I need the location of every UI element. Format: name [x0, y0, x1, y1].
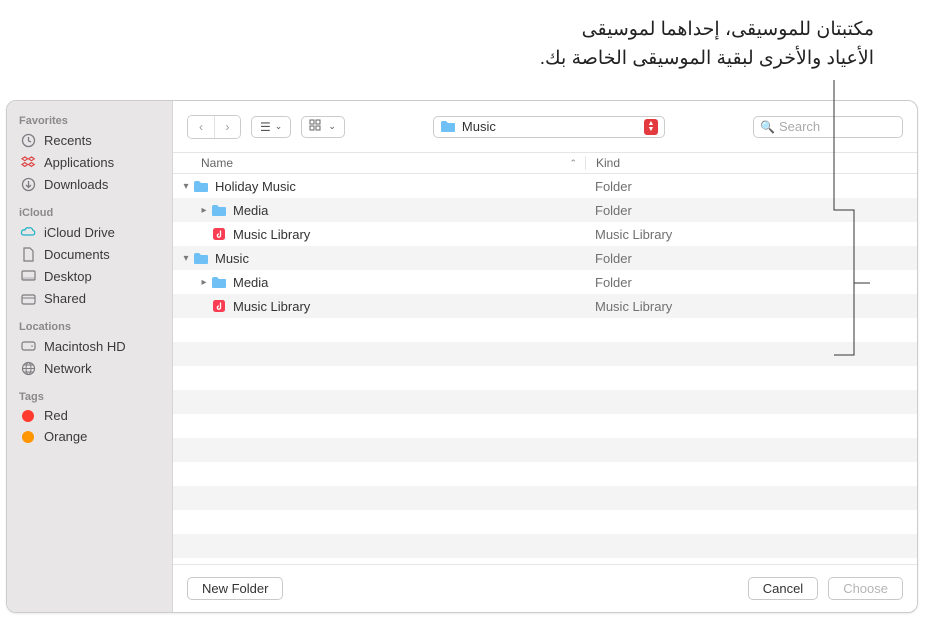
sidebar-heading-icloud: iCloud [7, 203, 172, 221]
sidebar-item-label: Downloads [44, 177, 108, 192]
sidebar-item-network[interactable]: Network [7, 357, 172, 379]
chevron-down-icon: ⌄ [275, 121, 283, 132]
file-kind: Folder [585, 251, 917, 266]
callout-line2: الأعياد والأخرى لبقية الموسيقى الخاصة بك… [374, 45, 874, 74]
clock-icon [19, 132, 37, 148]
doc-icon [19, 246, 37, 262]
file-list[interactable]: ▾ Holiday Music Folder ▸ Media Folder Music Li… [173, 174, 917, 564]
choose-button[interactable]: Choose [828, 577, 903, 600]
toolbar: ‹ › ☰ ⌄ ⌄ Music ▲▼ 🔍 [173, 101, 917, 152]
globe-icon [19, 360, 37, 376]
table-row[interactable]: ▸ Media Folder [173, 270, 917, 294]
search-field[interactable]: 🔍 [753, 116, 903, 138]
file-kind: Music Library [585, 227, 917, 242]
view-mode-button[interactable]: ☰ ⌄ [251, 116, 291, 138]
list-icon: ☰ [260, 120, 271, 134]
file-kind: Folder [585, 203, 917, 218]
desktop-icon [19, 268, 37, 284]
file-name: Music Library [233, 227, 310, 242]
sidebar-item-label: Desktop [44, 269, 92, 284]
download-icon [19, 176, 37, 192]
music-library-icon [211, 299, 227, 313]
sidebar-item-label: Network [44, 361, 92, 376]
file-kind: Folder [585, 275, 917, 290]
column-name-label: Name [201, 156, 233, 170]
table-row[interactable]: ▾ Music Folder [173, 246, 917, 270]
disclosure-triangle[interactable]: ▸ [197, 205, 211, 216]
sidebar-item-label: Orange [44, 429, 87, 444]
disclosure-triangle[interactable]: ▾ [179, 181, 193, 192]
back-button[interactable]: ‹ [188, 116, 214, 138]
cancel-button[interactable]: Cancel [748, 577, 818, 600]
forward-button[interactable]: › [214, 116, 240, 138]
stepper-icon: ▲▼ [644, 119, 658, 135]
folder-icon [211, 275, 227, 289]
file-name: Media [233, 275, 268, 290]
file-name: Music [215, 251, 249, 266]
file-name: Media [233, 203, 268, 218]
sidebar-item-documents[interactable]: Documents [7, 243, 172, 265]
sort-caret-icon: ⌃ [569, 158, 577, 169]
shared-icon [19, 290, 37, 306]
sidebar-item-tag-red[interactable]: Red [7, 405, 172, 426]
folder-icon [440, 120, 456, 133]
finder-dialog: Favorites Recents Applications Downloads… [6, 100, 918, 613]
sidebar-item-label: Documents [44, 247, 110, 262]
sidebar-item-label: Recents [44, 133, 92, 148]
chevron-down-icon: ⌄ [328, 121, 336, 132]
sidebar-heading-locations: Locations [7, 317, 172, 335]
music-library-icon [211, 227, 227, 241]
column-header-row: Name ⌃ Kind [173, 152, 917, 174]
sidebar-item-label: iCloud Drive [44, 225, 115, 240]
table-row[interactable]: Music Library Music Library [173, 294, 917, 318]
nav-buttons: ‹ › [187, 115, 241, 139]
file-kind: Folder [585, 179, 917, 194]
new-folder-button[interactable]: New Folder [187, 577, 283, 600]
sidebar-item-recents[interactable]: Recents [7, 129, 172, 151]
sidebar-item-downloads[interactable]: Downloads [7, 173, 172, 195]
path-popup[interactable]: Music ▲▼ [433, 116, 665, 138]
sidebar-item-tag-orange[interactable]: Orange [7, 426, 172, 447]
folder-icon [211, 203, 227, 217]
table-row[interactable]: ▸ Media Folder [173, 198, 917, 222]
search-icon: 🔍 [760, 120, 775, 134]
file-name: Holiday Music [215, 179, 296, 194]
column-header-name[interactable]: Name ⌃ [173, 156, 585, 170]
cloud-icon [19, 224, 37, 240]
sidebar-heading-favorites: Favorites [7, 111, 172, 129]
callout-text: مكتبتان للموسيقى، إحداهما لموسيقى الأعيا… [374, 16, 874, 73]
sidebar-item-label: Applications [44, 155, 114, 170]
file-name: Music Library [233, 299, 310, 314]
path-label: Music [462, 119, 496, 134]
sidebar-item-shared[interactable]: Shared [7, 287, 172, 309]
search-input[interactable] [779, 119, 896, 134]
group-button[interactable]: ⌄ [301, 116, 345, 138]
column-kind-label: Kind [596, 156, 620, 170]
sidebar-item-label: Shared [44, 291, 86, 306]
bottom-bar: New Folder Cancel Choose [173, 564, 917, 612]
disclosure-triangle[interactable]: ▾ [179, 253, 193, 264]
sidebar-heading-tags: Tags [7, 387, 172, 405]
table-row[interactable]: ▾ Holiday Music Folder [173, 174, 917, 198]
folder-icon [193, 179, 209, 193]
main-area: ‹ › ☰ ⌄ ⌄ Music ▲▼ 🔍 [173, 101, 917, 612]
disk-icon [19, 338, 37, 354]
table-row[interactable]: Music Library Music Library [173, 222, 917, 246]
file-kind: Music Library [585, 299, 917, 314]
sidebar-item-label: Macintosh HD [44, 339, 126, 354]
grid-icon [310, 120, 324, 134]
sidebar: Favorites Recents Applications Downloads… [7, 101, 173, 612]
callout-line1: مكتبتان للموسيقى، إحداهما لموسيقى [374, 16, 874, 45]
tag-red-icon [22, 410, 34, 422]
sidebar-item-applications[interactable]: Applications [7, 151, 172, 173]
sidebar-item-label: Red [44, 408, 68, 423]
column-header-kind[interactable]: Kind [585, 156, 917, 170]
sidebar-item-desktop[interactable]: Desktop [7, 265, 172, 287]
sidebar-item-icloud-drive[interactable]: iCloud Drive [7, 221, 172, 243]
tag-orange-icon [22, 431, 34, 443]
sidebar-item-macintosh-hd[interactable]: Macintosh HD [7, 335, 172, 357]
apps-icon [19, 154, 37, 170]
folder-icon [193, 251, 209, 265]
disclosure-triangle[interactable]: ▸ [197, 277, 211, 288]
